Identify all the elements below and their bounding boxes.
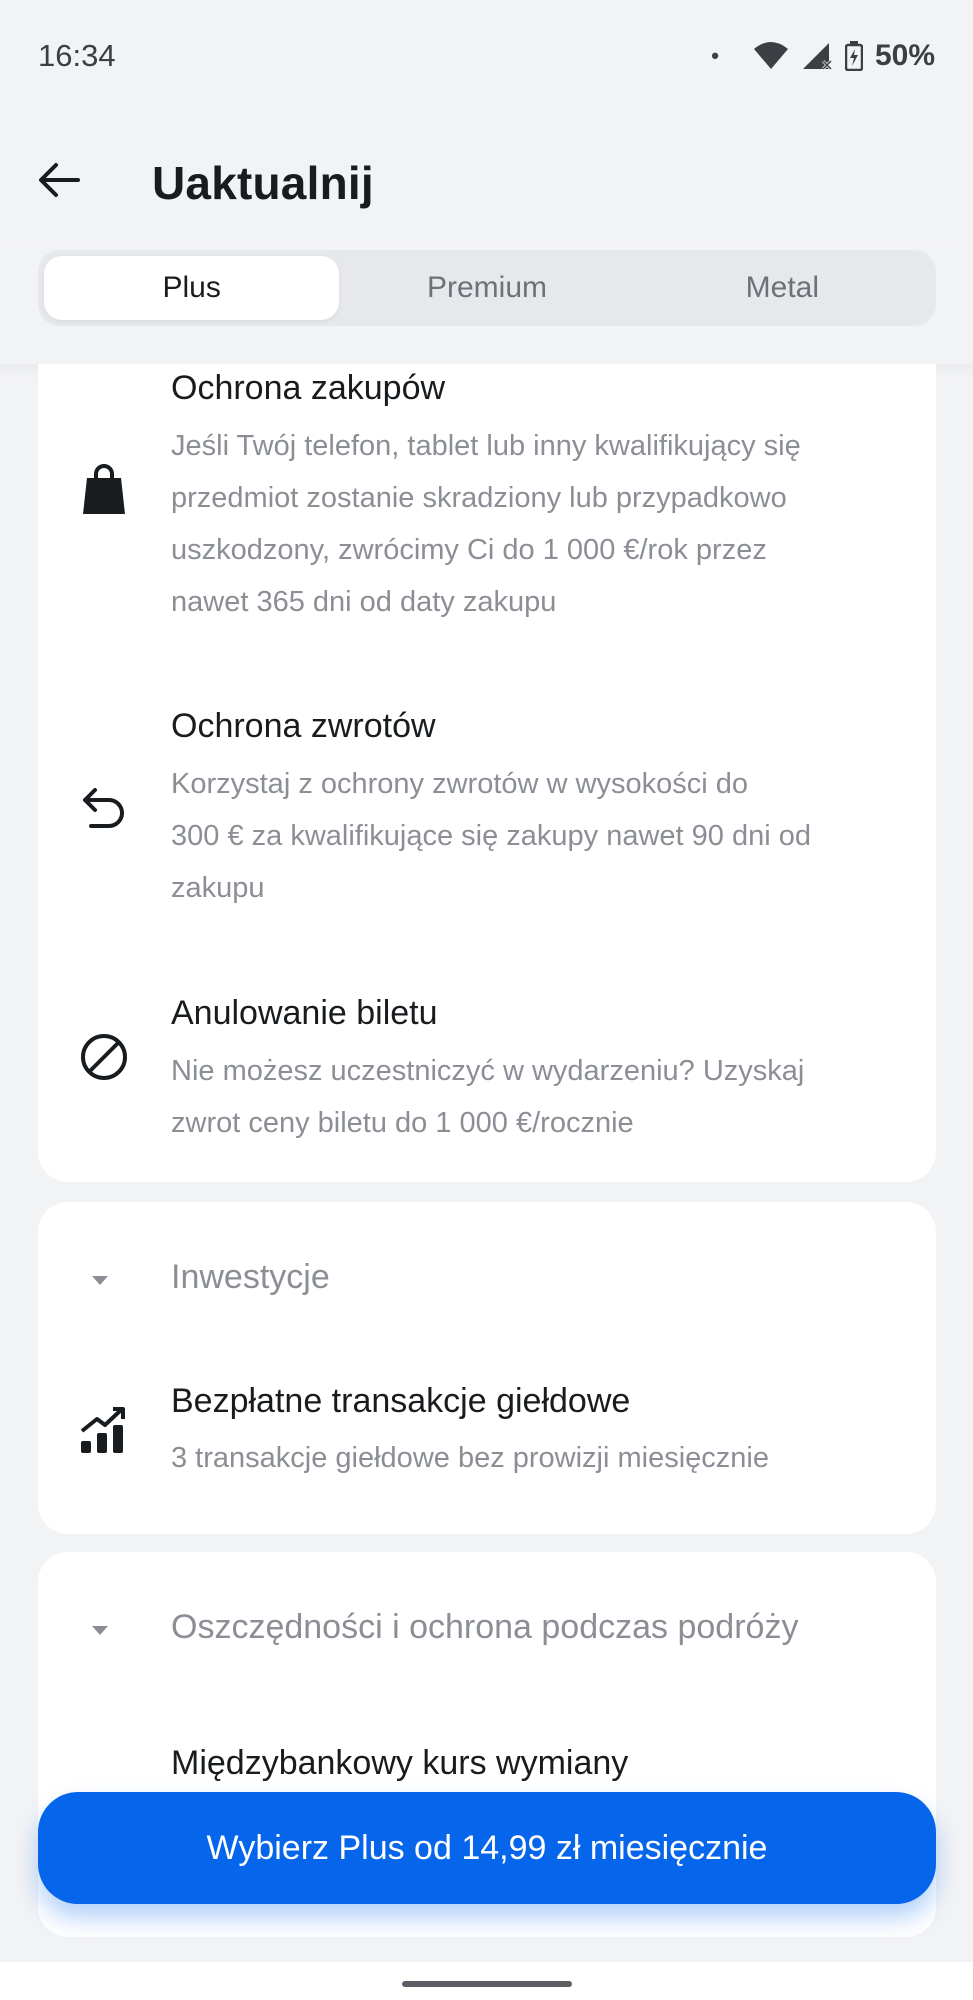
feature-purchase-protection: Ochrona zakupów Jeśli Twój telefon, tabl…	[38, 364, 936, 624]
status-time: 16:34	[38, 38, 116, 73]
feature-return-protection: Ochrona zwrotów Korzystaj z ochrony zwro…	[38, 702, 936, 904]
feature-title: Ochrona zwrotów	[171, 707, 436, 745]
status-icons: • 50%	[711, 39, 935, 73]
feature-description: Jeśli Twój telefon, tablet lub inny kwal…	[171, 430, 801, 618]
protection-card: Ochrona zakupów Jeśli Twój telefon, tabl…	[38, 364, 936, 1182]
tab-metal[interactable]: Metal	[635, 256, 930, 320]
app-header: Uaktualnij	[0, 112, 973, 244]
status-bar: 16:34 • 50%	[0, 0, 973, 112]
section-label: Oszczędności i ochrona podczas podróży	[171, 1608, 799, 1646]
section-header-travel[interactable]: Oszczędności i ochrona podczas podróży	[38, 1590, 936, 1670]
feature-description: Korzystaj z ochrony zwrotów w wysokości …	[171, 768, 811, 904]
cancel-circle-icon	[76, 1029, 132, 1085]
section-header-investments[interactable]: Inwestycje	[38, 1240, 936, 1320]
feature-title: Bezpłatne transakcje giełdowe	[171, 1382, 631, 1420]
section-label: Inwestycje	[171, 1258, 330, 1296]
choose-plan-button[interactable]: Wybierz Plus od 14,99 zł miesięcznie	[38, 1792, 936, 1904]
plan-tabs: Plus Premium Metal	[38, 250, 936, 326]
investments-card: Inwestycje Bezpłatne transakcje giełdowe…	[38, 1202, 936, 1534]
tab-premium[interactable]: Premium	[339, 256, 634, 320]
shopping-bag-icon	[76, 462, 132, 518]
feature-description: Nie możesz uczestniczyć w wydarzeniu? Uz…	[171, 1055, 805, 1139]
plan-tabs-bar: Plus Premium Metal	[0, 244, 973, 364]
return-arrow-icon	[76, 782, 132, 838]
back-button[interactable]	[32, 152, 88, 208]
battery-icon	[844, 41, 863, 71]
feature-title: Anulowanie biletu	[171, 994, 438, 1032]
feature-title: Ochrona zakupów	[171, 369, 446, 407]
signal-icon	[801, 41, 833, 71]
arrow-left-icon	[39, 163, 80, 197]
wifi-icon	[753, 41, 789, 71]
feature-title: Międzybankowy kurs wymiany	[171, 1744, 629, 1782]
tab-plus[interactable]: Plus	[44, 256, 340, 320]
notification-dot: •	[711, 43, 719, 68]
caret-down-icon	[92, 1626, 108, 1635]
stock-chart-icon	[76, 1402, 132, 1458]
page-title: Uaktualnij	[152, 157, 374, 209]
battery-percent: 50%	[874, 39, 935, 72]
caret-down-icon	[92, 1276, 108, 1285]
home-indicator[interactable]	[402, 1981, 572, 1987]
feature-free-stock-trades: Bezpłatne transakcje giełdowe 3 transakc…	[38, 1382, 936, 1492]
feature-description: 3 transakcje giełdowe bez prowizji miesi…	[171, 1442, 769, 1474]
feature-ticket-cancellation: Anulowanie biletu Nie możesz uczestniczy…	[38, 989, 936, 1139]
